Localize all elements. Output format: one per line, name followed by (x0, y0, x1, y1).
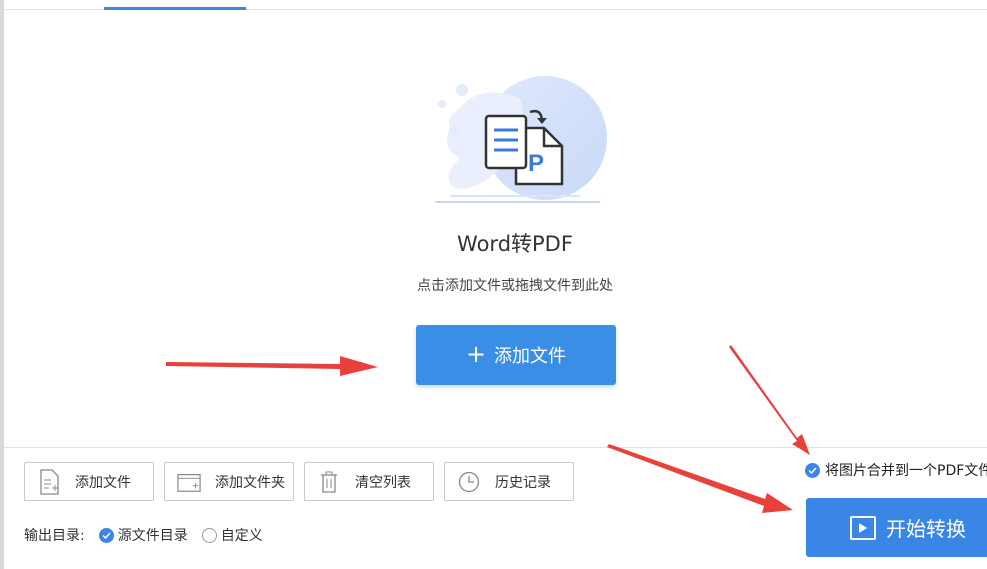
start-conversion-button[interactable]: 开始转换 (806, 498, 987, 557)
toolbar-history-button[interactable]: 历史记录 (444, 462, 574, 501)
add-file-button[interactable]: + 添加文件 (416, 325, 616, 385)
radio-source-directory[interactable]: 源文件目录 (98, 525, 188, 545)
drop-hint-text: 点击添加文件或拖拽文件到此处 (417, 278, 613, 294)
page-title: Word转PDF (457, 232, 573, 256)
merge-images-label: 将图片合并到一个PDF文件 (825, 463, 987, 479)
toolbar-clear-list-label: 清空列表 (355, 474, 411, 491)
toolbar-add-folder-button[interactable]: 添加文件夹 (164, 462, 294, 501)
active-tab-indicator (104, 7, 246, 10)
checkbox-checked-icon (805, 462, 820, 478)
plus-icon: + (465, 339, 487, 368)
toolbar-add-file-label: 添加文件 (75, 474, 131, 491)
toolbar-add-folder-label: 添加文件夹 (215, 474, 285, 491)
bottom-panel-divider (4, 447, 987, 448)
start-conversion-label: 开始转换 (886, 517, 966, 541)
radio-checked-icon (98, 527, 114, 543)
radio-unchecked-icon (201, 527, 217, 543)
output-directory-label: 输出目录: (24, 528, 85, 544)
add-file-button-label: 添加文件 (494, 346, 567, 367)
add-folder-icon (177, 468, 201, 496)
trash-icon (317, 468, 341, 496)
add-file-icon (37, 468, 61, 496)
play-icon (850, 515, 876, 540)
toolbar-history-label: 历史记录 (495, 474, 551, 491)
annotation-arrow-merge (729, 345, 810, 455)
output-directory-row: 输出目录: 源文件目录 自定义 (24, 525, 277, 545)
toolbar-add-file-button[interactable]: 添加文件 (24, 462, 154, 501)
merge-images-checkbox[interactable]: 将图片合并到一个PDF文件 (805, 460, 987, 480)
svg-text:P: P (528, 150, 544, 177)
clock-icon (457, 468, 481, 496)
radio-custom-directory-label: 自定义 (220, 528, 263, 544)
radio-source-directory-label: 源文件目录 (117, 528, 188, 544)
annotation-arrow-start (607, 444, 793, 513)
toolbar-clear-list-button[interactable]: 清空列表 (304, 462, 434, 501)
word-to-pdf-illustration-icon: P (435, 76, 607, 203)
radio-custom-directory[interactable]: 自定义 (201, 525, 263, 545)
annotation-arrow-add-file (166, 356, 378, 376)
